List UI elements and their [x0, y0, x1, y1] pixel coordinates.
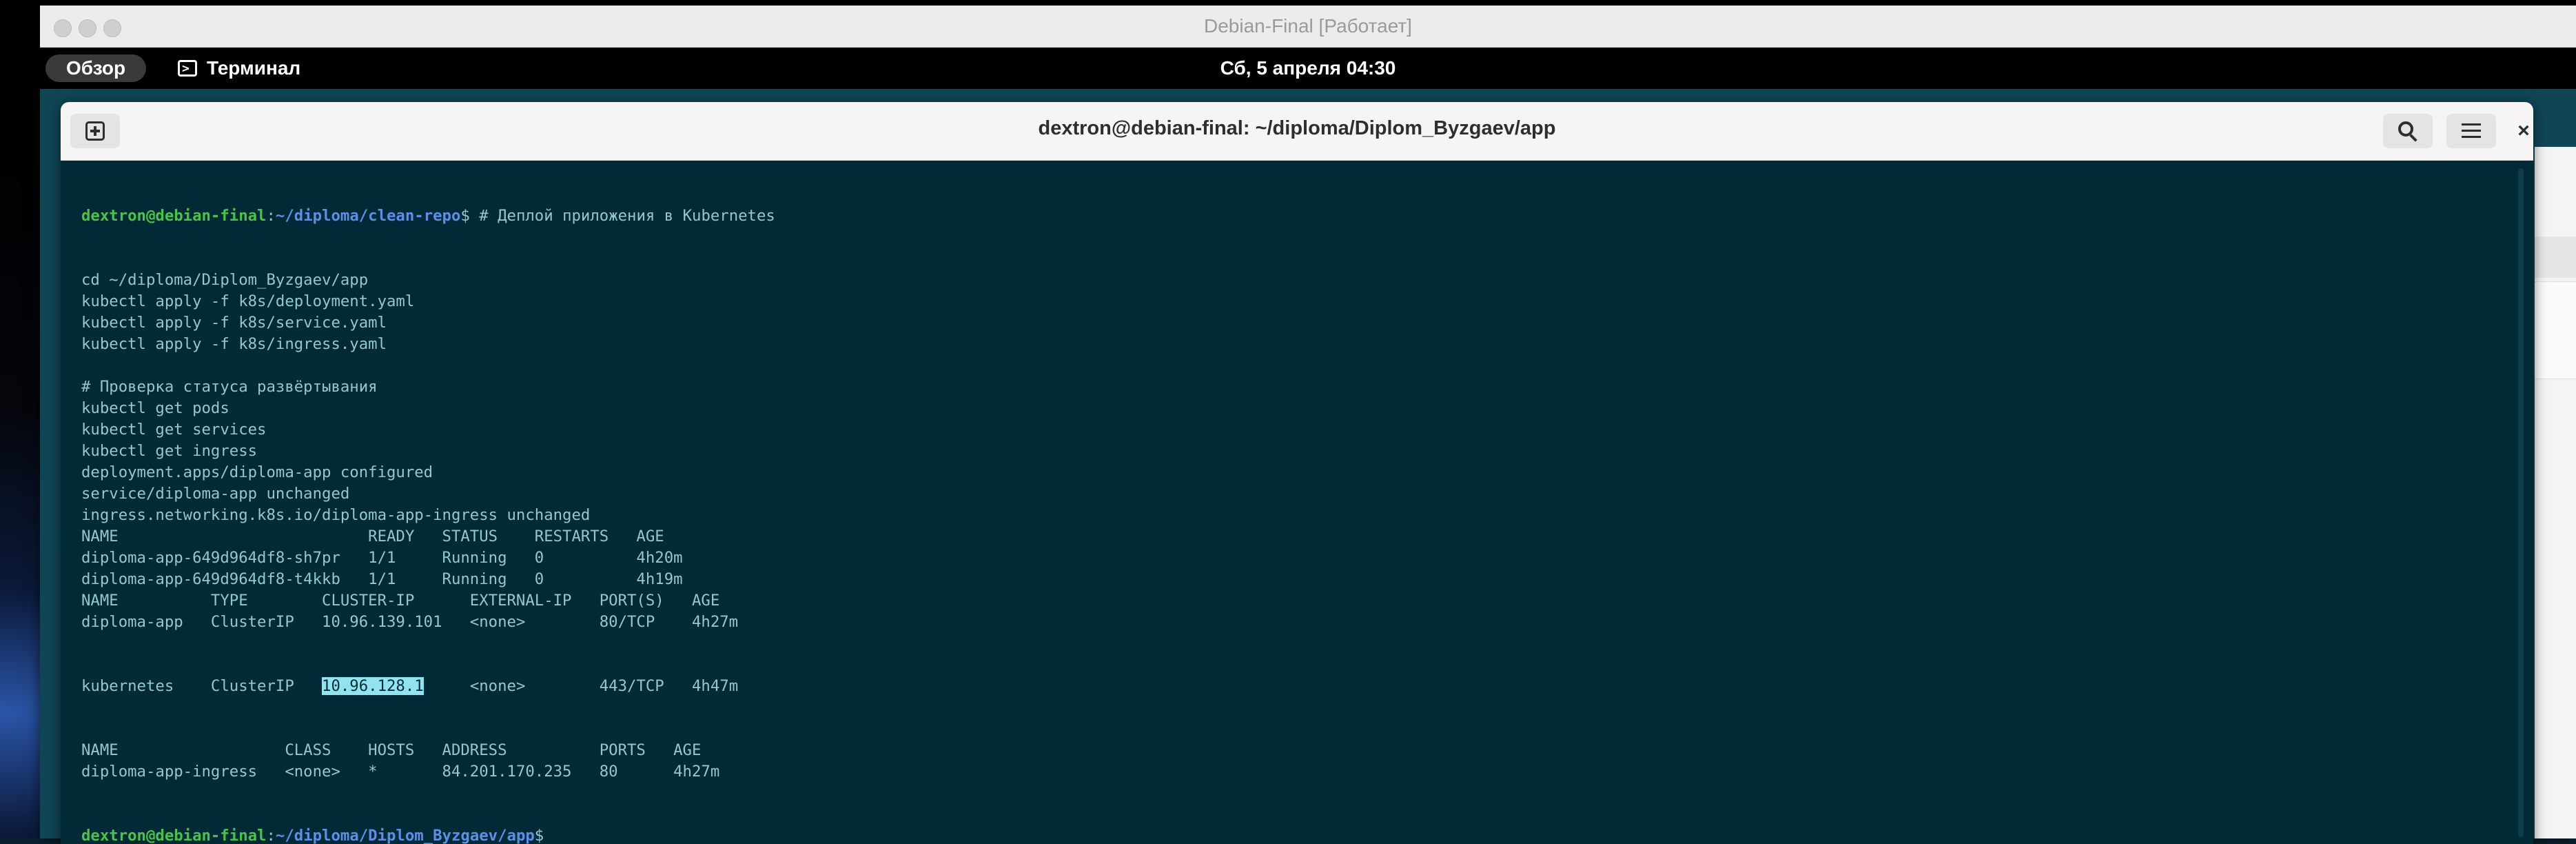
terminal-scrollbar[interactable] — [2518, 168, 2524, 837]
output-line: kubernetes ClusterIP 10.96.128.1 <none> … — [81, 676, 2513, 697]
output-line: kubectl get pods — [81, 399, 229, 417]
output-line: deployment.apps/diploma-app configured — [81, 463, 433, 481]
vm-window: Debian-Final [Работает] Обзор Терминал С… — [40, 6, 2576, 844]
output-line: service/diploma-app unchanged — [81, 485, 350, 503]
prompt-symbol: $ — [534, 827, 544, 844]
output-line: diploma-app-649d964df8-t4kkb 1/1 Running… — [81, 570, 683, 588]
prompt-symbol: $ — [460, 207, 470, 225]
vm-window-title: Debian-Final [Работает] — [1204, 15, 1412, 37]
prompt-colon: : — [266, 827, 276, 844]
terminal-output[interactable]: dextron@debian-final:~/diploma/clean-rep… — [81, 163, 2513, 844]
output-line: NAME TYPE CLUSTER-IP EXTERNAL-IP PORT(S)… — [81, 592, 720, 610]
output-line: # Проверка статуса развёртывания — [81, 378, 378, 396]
output-line: kubectl apply -f k8s/ingress.yaml — [81, 335, 387, 353]
output-line: kubectl apply -f k8s/service.yaml — [81, 314, 387, 332]
prompt-line: dextron@debian-final:~/diploma/clean-rep… — [81, 205, 2513, 227]
selected-text[interactable]: 10.96.128.1 — [322, 677, 424, 695]
gnome-topbar: Обзор Терминал Сб, 5 апреля 04:30 — [40, 48, 2576, 89]
prompt-line: dextron@debian-final:~/diploma/Diplom_By… — [81, 825, 2513, 844]
close-button[interactable]: × — [2508, 116, 2533, 146]
output-line: diploma-app-649d964df8-sh7pr 1/1 Running… — [81, 549, 683, 567]
output-line: kubectl get ingress — [81, 442, 258, 460]
background-window[interactable] — [2535, 147, 2576, 838]
vm-titlebar: Debian-Final [Работает] — [40, 6, 2576, 48]
background-window-toolbar — [2535, 237, 2576, 278]
output-line: kubectl get services — [81, 421, 267, 439]
prompt-user: dextron@debian-final — [81, 827, 267, 844]
kubernetes-row-end: <none> 443/TCP 4h47m — [423, 677, 739, 695]
output-lines: cd ~/diploma/Diplom_Byzgaev/appkubectl a… — [81, 270, 2513, 633]
output-line: NAME CLASS HOSTS ADDRESS PORTS AGE — [81, 741, 702, 759]
close-icon: × — [2517, 119, 2530, 142]
kubernetes-row-start: kubernetes ClusterIP — [81, 677, 323, 695]
hamburger-icon — [2462, 123, 2481, 139]
output-line: diploma-app-ingress <none> * 84.201.170.… — [81, 763, 720, 781]
menu-button[interactable] — [2446, 114, 2496, 148]
output-line: diploma-app ClusterIP 10.96.139.101 <non… — [81, 613, 739, 631]
terminal-window: dextron@debian-final: ~/diploma/Diplom_B… — [61, 102, 2533, 844]
terminal-headerbar: dextron@debian-final: ~/diploma/Diplom_B… — [61, 102, 2533, 161]
output-line: ingress.networking.k8s.io/diploma-app-in… — [81, 506, 591, 524]
terminal-title: dextron@debian-final: ~/diploma/Diplom_B… — [1038, 117, 1556, 139]
output-line: NAME READY STATUS RESTARTS AGE — [81, 528, 664, 545]
clock[interactable]: Сб, 5 апреля 04:30 — [40, 54, 2576, 82]
prompt-user: dextron@debian-final — [81, 207, 267, 225]
output-line: kubectl apply -f k8s/deployment.yaml — [81, 292, 415, 310]
prompt-colon: : — [266, 207, 276, 225]
prompt-path: ~/diploma/clean-repo — [275, 207, 461, 225]
output-line: cd ~/diploma/Diplom_Byzgaev/app — [81, 271, 369, 289]
search-button[interactable] — [2383, 114, 2433, 148]
prompt-path: ~/diploma/Diplom_Byzgaev/app — [275, 827, 535, 844]
search-icon — [2398, 121, 2413, 137]
background-window-panel — [2535, 281, 2576, 379]
output-lines-after: NAME CLASS HOSTS ADDRESS PORTS AGE diplom… — [81, 740, 2513, 783]
command-text: # Деплой приложения в Kubernetes — [469, 207, 775, 225]
